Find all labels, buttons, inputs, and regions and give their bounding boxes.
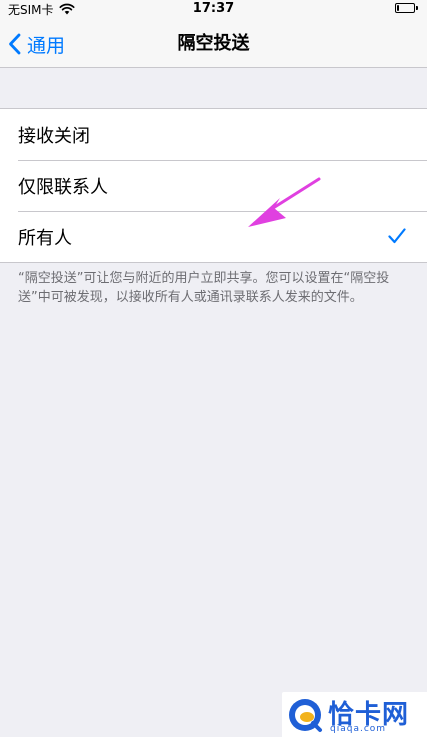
option-everyone[interactable]: 所有人 (0, 211, 427, 262)
checkmark-icon (388, 228, 406, 244)
option-label: 接收关闭 (18, 125, 90, 147)
footer-note: “隔空投送”可让您与附近的用户立即共享。您可以设置在“隔空投送”中可被发现，以接… (18, 271, 390, 305)
battery-fill (397, 5, 399, 11)
logo-icon (289, 699, 322, 732)
airdrop-settings-screen: 无SIM卡 17:37 通用 隔空投送 接收关闭 仅限联系人 所有人 “隔空投送… (0, 0, 427, 737)
option-receive-off[interactable]: 接收关闭 (0, 109, 427, 160)
option-label: 所有人 (18, 227, 72, 249)
navigation-bar: 通用 隔空投送 (0, 20, 427, 68)
watermark: 恰卡网 qiaqa.com (282, 692, 427, 737)
battery-nub (416, 6, 418, 10)
option-contacts-only[interactable]: 仅限联系人 (0, 160, 427, 211)
option-label: 仅限联系人 (18, 176, 108, 198)
status-bar: 无SIM卡 17:37 (0, 0, 427, 20)
status-time: 17:37 (192, 1, 235, 16)
arrow-icon (248, 177, 321, 227)
watermark-domain: qiaqa.com (330, 724, 387, 734)
receive-options-list: 接收关闭 仅限联系人 所有人 (0, 108, 427, 263)
battery-icon (395, 3, 419, 14)
page-title: 隔空投送 (177, 33, 250, 54)
